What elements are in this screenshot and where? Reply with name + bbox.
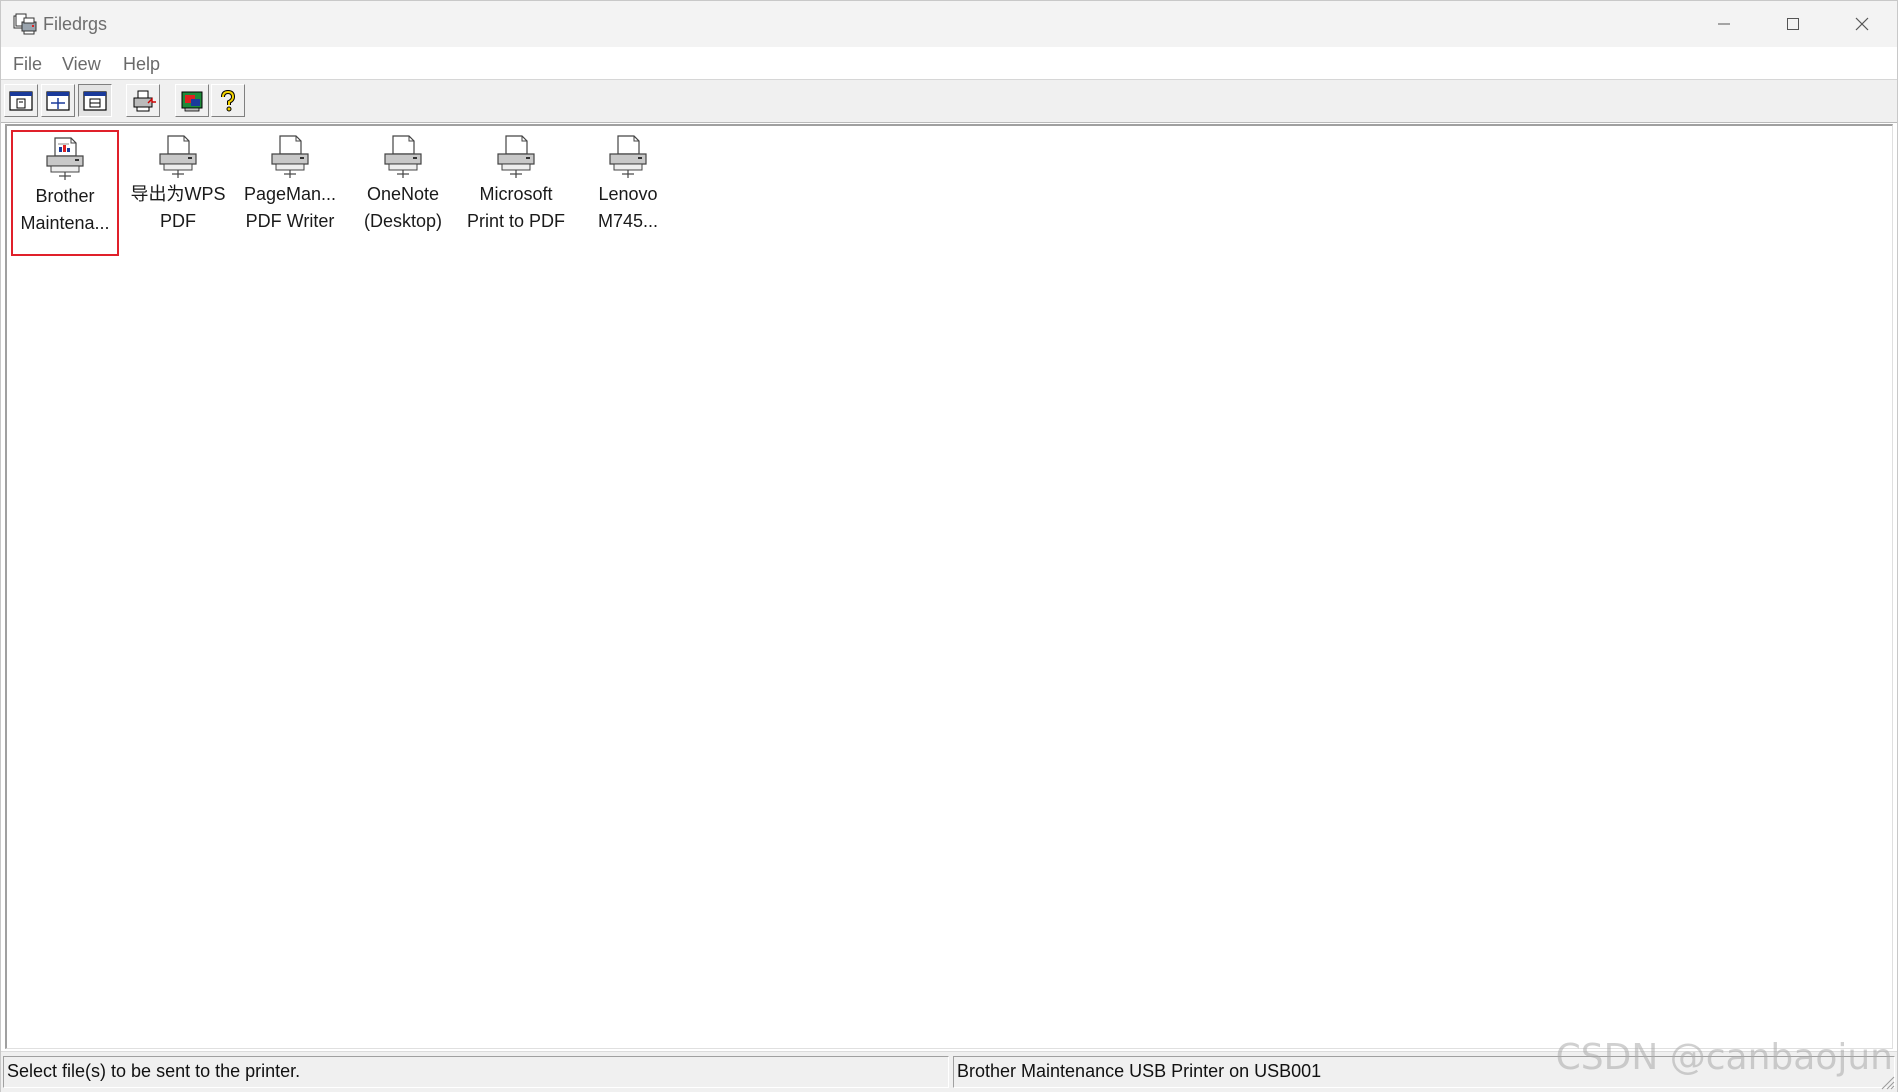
close-button[interactable]	[1827, 1, 1897, 47]
status-printer: Brother Maintenance USB Printer on USB00…	[953, 1056, 1895, 1088]
printer-name-line2: Maintena...	[20, 213, 110, 233]
printer-name-line1: OneNote	[366, 184, 440, 204]
minimize-button[interactable]	[1689, 1, 1759, 47]
printer-name-line2: (Desktop)	[363, 211, 443, 231]
menu-view[interactable]: View	[62, 53, 101, 75]
help-button[interactable]	[211, 84, 245, 117]
maximize-icon	[1787, 18, 1799, 30]
printer-properties-button[interactable]	[175, 84, 209, 117]
print-setup-icon	[133, 90, 156, 111]
printer-icon	[609, 135, 647, 178]
printer-onenote-desktop[interactable]: OneNote (Desktop)	[349, 130, 457, 256]
printer-name-line2: PDF Writer	[245, 211, 335, 231]
printer-name-line1: Brother	[35, 186, 95, 206]
printer-icon	[271, 135, 309, 178]
toolbar	[1, 80, 1897, 123]
printer-name-line1: PageMan...	[243, 184, 337, 204]
app-icon	[13, 13, 37, 35]
printer-microsoft-print-to-pdf[interactable]: Microsoft Print to PDF	[462, 130, 570, 256]
small-icons-view-icon	[46, 90, 70, 111]
minimize-icon	[1718, 23, 1730, 25]
printer-icon	[46, 137, 84, 180]
menu-file[interactable]: File	[13, 53, 42, 75]
printer-pagemanager-pdf-writer[interactable]: PageMan... PDF Writer	[236, 130, 344, 256]
printer-name-line2: M745...	[597, 211, 659, 231]
printer-name-line1: Lenovo	[598, 184, 658, 204]
printer-name-line1: 导出为WPS	[130, 184, 226, 204]
small-icons-view-button[interactable]	[41, 84, 75, 117]
large-icons-view-button[interactable]	[4, 84, 38, 117]
printer-icon	[497, 135, 535, 178]
printer-name-line1: Microsoft	[479, 184, 553, 204]
title-bar[interactable]: Filedrgs	[1, 1, 1897, 47]
details-view-icon	[83, 90, 107, 111]
window-title: Filedrgs	[43, 14, 108, 34]
status-bar: Select file(s) to be sent to the printer…	[1, 1051, 1897, 1092]
menu-help[interactable]: Help	[123, 53, 160, 75]
maximize-button[interactable]	[1758, 1, 1828, 47]
help-icon	[221, 89, 236, 111]
close-icon	[1855, 17, 1869, 31]
printer-lenovo-m745[interactable]: Lenovo M745...	[574, 130, 682, 256]
printer-brother-maintenance[interactable]: Brother Maintena...	[11, 130, 119, 256]
printer-name-line2: Print to PDF	[466, 211, 566, 231]
printer-icon	[159, 135, 197, 178]
printer-list[interactable]: Brother Maintena... 导出为WPS PDF PageMan..…	[5, 124, 1893, 1049]
resize-grip-icon[interactable]	[1877, 1072, 1895, 1090]
printer-name-line2: PDF	[160, 211, 196, 231]
details-view-button[interactable]	[78, 84, 112, 117]
large-icons-view-icon	[9, 90, 33, 111]
printer-wps-pdf[interactable]: 导出为WPS PDF	[124, 130, 232, 256]
menu-bar: File View Help	[1, 47, 1897, 80]
printer-properties-icon	[181, 91, 203, 111]
status-message: Select file(s) to be sent to the printer…	[3, 1056, 949, 1088]
filedrgs-window: Filedrgs File View Help Brother Maintena…	[0, 0, 1898, 1092]
print-setup-button[interactable]	[126, 84, 160, 117]
printer-icon	[384, 135, 422, 178]
